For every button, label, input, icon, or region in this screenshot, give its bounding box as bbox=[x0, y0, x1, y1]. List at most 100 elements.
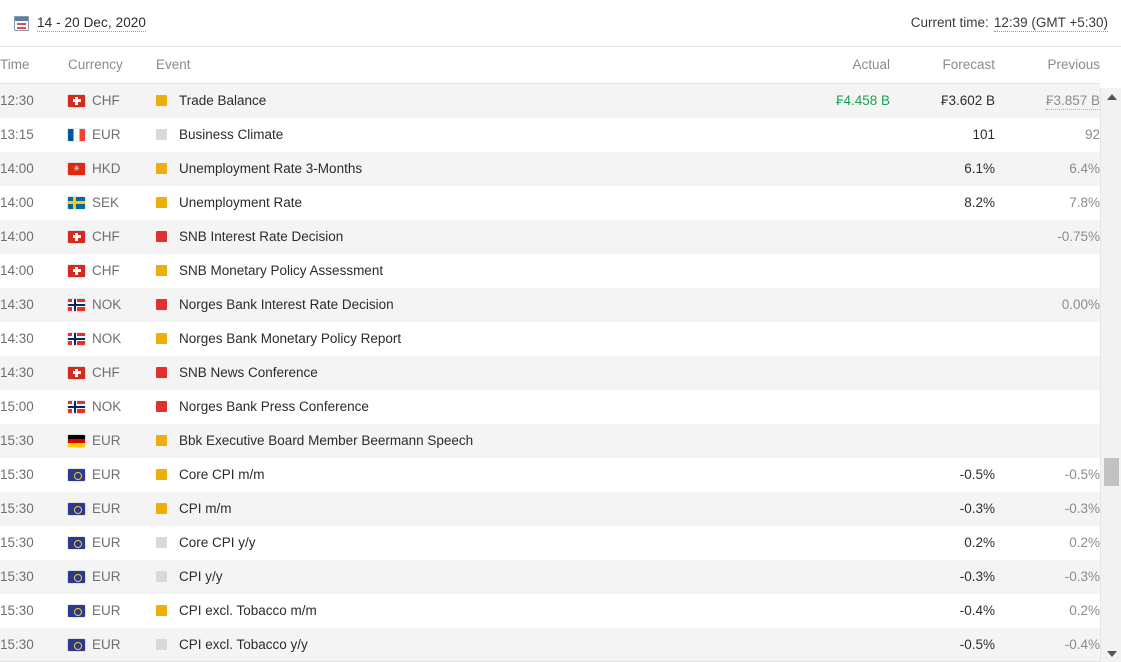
table-row[interactable]: 14:00 CHF SNB Interest Rate Decision -0.75% bbox=[0, 219, 1100, 254]
column-header-previous[interactable]: Previous bbox=[995, 47, 1100, 84]
event-cell: Business Climate bbox=[156, 127, 776, 142]
table-row[interactable]: 15:30 EUR Core CPI y/y 0.2% 0.2% bbox=[0, 525, 1100, 560]
currency-code: EUR bbox=[92, 467, 121, 482]
flag-icon-no bbox=[68, 298, 85, 311]
event-name[interactable]: Trade Balance bbox=[179, 93, 266, 108]
currency-code: EUR bbox=[92, 501, 121, 516]
currency-cell: CHF bbox=[68, 263, 156, 278]
scroll-up-button[interactable] bbox=[1101, 88, 1121, 105]
event-cell: CPI y/y bbox=[156, 569, 776, 584]
scrollbar-thumb[interactable] bbox=[1104, 458, 1119, 486]
vertical-scrollbar[interactable] bbox=[1100, 88, 1121, 662]
column-header-actual[interactable]: Actual bbox=[776, 47, 890, 84]
table-row[interactable]: 15:30 EUR CPI m/m -0.3% -0.3% bbox=[0, 491, 1100, 526]
impact-indicator-medium[interactable] bbox=[156, 163, 167, 174]
table-row[interactable]: 14:30 CHF SNB News Conference bbox=[0, 355, 1100, 390]
table-row[interactable]: 15:30 EUR CPI excl. Tobacco m/m -0.4% 0.2% bbox=[0, 593, 1100, 628]
cell-event: Unemployment Rate bbox=[156, 186, 776, 220]
cell-previous: -0.5% bbox=[1064, 467, 1100, 482]
impact-indicator-high[interactable] bbox=[156, 299, 167, 310]
cell-actual bbox=[776, 424, 890, 458]
event-name[interactable]: Core CPI m/m bbox=[179, 467, 265, 482]
cell-event: Core CPI y/y bbox=[156, 526, 776, 560]
date-range-label[interactable]: 14 - 20 Dec, 2020 bbox=[37, 15, 147, 32]
event-cell: Norges Bank Monetary Policy Report bbox=[156, 331, 776, 346]
table-row[interactable]: 14:30 NOK Norges Bank Interest Rate Decisi… bbox=[0, 287, 1100, 322]
impact-indicator-medium[interactable] bbox=[156, 265, 167, 276]
current-time-value[interactable]: 12:39 (GMT +5:30) bbox=[993, 15, 1108, 32]
event-cell: Unemployment Rate 3-Months bbox=[156, 161, 776, 176]
impact-indicator-high[interactable] bbox=[156, 231, 167, 242]
impact-indicator-medium[interactable] bbox=[156, 469, 167, 480]
cell-actual bbox=[776, 288, 890, 322]
previous-value[interactable]: ₣3.857 B bbox=[1045, 93, 1100, 111]
event-name[interactable]: Core CPI y/y bbox=[179, 535, 256, 550]
impact-indicator-medium[interactable] bbox=[156, 95, 167, 107]
impact-indicator-low[interactable] bbox=[156, 639, 167, 650]
scroll-down-button[interactable] bbox=[1101, 645, 1121, 662]
economic-events-table: Time Currency Event Actual Forecast Prev… bbox=[0, 47, 1100, 662]
cell-actual bbox=[776, 254, 890, 288]
currency-code: EUR bbox=[92, 535, 121, 550]
event-name[interactable]: Norges Bank Interest Rate Decision bbox=[179, 297, 394, 312]
column-header-event[interactable]: Event bbox=[156, 47, 776, 84]
column-header-forecast[interactable]: Forecast bbox=[890, 47, 995, 84]
event-name[interactable]: SNB Interest Rate Decision bbox=[179, 229, 343, 244]
cell-currency: SEK bbox=[68, 186, 156, 220]
flag-icon-hk bbox=[68, 162, 85, 175]
table-row[interactable]: 15:30 EUR Core CPI m/m -0.5% -0.5% bbox=[0, 457, 1100, 492]
table-row[interactable]: 15:00 NOK Norges Bank Press Conference bbox=[0, 389, 1100, 424]
event-name[interactable]: Business Climate bbox=[179, 127, 283, 142]
cell-previous: 6.4% bbox=[1069, 161, 1100, 176]
currency-cell: NOK bbox=[68, 331, 156, 346]
calendar-toolbar: 14 - 20 Dec, 2020 Current time: 12:39 (G… bbox=[0, 0, 1121, 47]
table-body: 12:30 CHF Trade Balance ₣4.458 B ₣3.602 B ₣3.… bbox=[0, 83, 1100, 662]
event-name[interactable]: CPI m/m bbox=[179, 501, 232, 516]
impact-indicator-medium[interactable] bbox=[156, 435, 167, 446]
event-name[interactable]: Unemployment Rate 3-Months bbox=[179, 161, 362, 176]
table-row[interactable]: 14:30 NOK Norges Bank Monetary Policy Repo… bbox=[0, 321, 1100, 356]
event-cell: Norges Bank Press Conference bbox=[156, 399, 776, 414]
impact-indicator-medium[interactable] bbox=[156, 333, 167, 344]
cell-currency: EUR bbox=[68, 118, 156, 152]
currency-cell: EUR bbox=[68, 467, 156, 482]
event-name[interactable]: Norges Bank Monetary Policy Report bbox=[179, 331, 401, 346]
table-row[interactable]: 14:00 CHF SNB Monetary Policy Assessment bbox=[0, 253, 1100, 288]
impact-indicator-low[interactable] bbox=[156, 571, 167, 582]
event-name[interactable]: CPI y/y bbox=[179, 569, 223, 584]
event-name[interactable]: SNB Monetary Policy Assessment bbox=[179, 263, 383, 278]
currency-code: SEK bbox=[92, 195, 120, 210]
cell-forecast bbox=[890, 254, 995, 288]
flag-detail bbox=[68, 405, 85, 408]
event-name[interactable]: Unemployment Rate bbox=[179, 195, 302, 210]
flag-icon-eu bbox=[68, 502, 85, 515]
impact-indicator-low[interactable] bbox=[156, 537, 167, 548]
cell-currency: NOK bbox=[68, 288, 156, 322]
currency-cell: SEK bbox=[68, 195, 156, 210]
flag-icon-de bbox=[68, 434, 85, 447]
event-name[interactable]: CPI excl. Tobacco m/m bbox=[179, 603, 317, 618]
table-row[interactable]: 12:30 CHF Trade Balance ₣4.458 B ₣3.602 B ₣3.… bbox=[0, 83, 1100, 118]
event-name[interactable]: CPI excl. Tobacco y/y bbox=[179, 637, 308, 652]
event-name[interactable]: Bbk Executive Board Member Beermann Spee… bbox=[179, 433, 473, 448]
table-row[interactable]: 15:30 EUR CPI y/y -0.3% -0.3% bbox=[0, 559, 1100, 594]
impact-indicator-medium[interactable] bbox=[156, 197, 167, 208]
impact-indicator-high[interactable] bbox=[156, 401, 167, 412]
column-header-currency[interactable]: Currency bbox=[68, 47, 156, 84]
table-row[interactable]: 15:30 EUR Bbk Executive Board Member Beerm… bbox=[0, 423, 1100, 458]
cell-currency: EUR bbox=[68, 424, 156, 458]
table-row[interactable]: 14:00 SEK Unemployment Rate 8.2% 7.8% bbox=[0, 185, 1100, 220]
cell-currency: EUR bbox=[68, 628, 156, 662]
impact-indicator-medium[interactable] bbox=[156, 503, 167, 514]
impact-indicator-low[interactable] bbox=[156, 129, 167, 140]
column-header-time[interactable]: Time bbox=[0, 47, 68, 84]
event-name[interactable]: Norges Bank Press Conference bbox=[179, 399, 369, 414]
impact-indicator-high[interactable] bbox=[156, 367, 167, 378]
table-row[interactable]: 15:30 EUR CPI excl. Tobacco y/y -0.5% -0.4% bbox=[0, 627, 1100, 662]
date-range-selector[interactable]: 14 - 20 Dec, 2020 bbox=[14, 15, 147, 32]
event-name[interactable]: SNB News Conference bbox=[179, 365, 318, 380]
impact-indicator-medium[interactable] bbox=[156, 605, 167, 616]
table-row[interactable]: 13:15 EUR Business Climate 101 92 bbox=[0, 117, 1100, 152]
cell-currency: CHF bbox=[68, 356, 156, 390]
table-row[interactable]: 14:00 HKD Unemployment Rate 3-Months 6.1% 6.… bbox=[0, 151, 1100, 186]
